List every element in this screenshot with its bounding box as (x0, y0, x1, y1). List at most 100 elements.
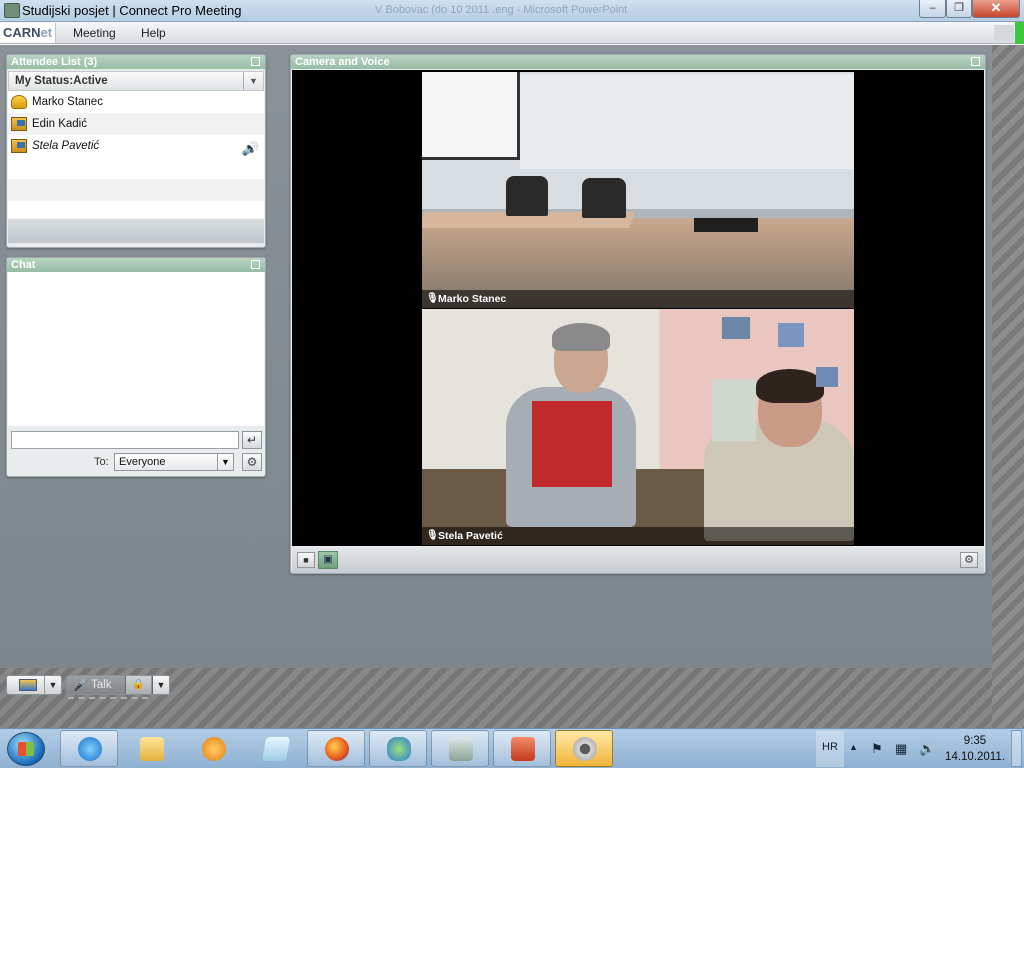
connect-app-icon (4, 3, 20, 18)
red-sweater (532, 401, 612, 487)
video-feed-stela[interactable]: 🎙 Stela Pavetić (422, 309, 854, 545)
chat-messages-area[interactable] (8, 272, 264, 426)
taskbar-windows-explorer[interactable] (122, 730, 180, 767)
attendee-name: Edin Kadić (32, 118, 87, 130)
media-player-icon (202, 737, 226, 761)
folder-icon (140, 737, 164, 761)
video-name-bar: 🎙 Stela Pavetić (422, 527, 854, 545)
internet-explorer-icon (78, 737, 102, 761)
talk-label: Talk (91, 679, 112, 691)
start-button[interactable] (7, 732, 45, 766)
attendee-name: Stela Pavetić (32, 140, 100, 152)
share-screen-icon (19, 679, 37, 691)
my-status-dropdown[interactable]: My Status:Active ▼ (8, 71, 264, 91)
camera-toggle-button[interactable]: ▣ (318, 551, 338, 569)
taskbar-live-messenger[interactable] (369, 730, 427, 767)
camera-and-voice-pod: Camera and Voice 🎙 Marko Stanec 🎙 Stela … (290, 54, 986, 574)
attendee-list: Marko Stanec Edin Kadić Stela Pavetić 🔊 (8, 91, 264, 219)
taskbar-webcam[interactable] (555, 730, 613, 767)
restore-button[interactable]: ❐ (946, 0, 972, 18)
clock-time[interactable]: 9:35 (946, 735, 1004, 747)
taskbar-internet-explorer[interactable] (60, 730, 118, 767)
poster (722, 317, 750, 339)
video-feed-marko[interactable]: 🎙 Marko Stanec (422, 72, 854, 308)
video-participant-name: Marko Stanec (438, 293, 507, 305)
chevron-down-icon[interactable]: ▼ (152, 676, 169, 694)
attendee-row[interactable]: Edin Kadić (8, 113, 264, 135)
share-button[interactable]: ▼ (6, 675, 62, 695)
camera-pod-header: Camera and Voice (291, 55, 985, 69)
chat-options-gear-icon[interactable]: ⚙ (242, 453, 262, 471)
poster (816, 367, 838, 387)
maximize-pod-icon[interactable] (251, 57, 260, 66)
chat-message-input[interactable] (11, 431, 239, 449)
attendee-pod-header: Attendee List (3) (7, 55, 265, 69)
chat-pod-title: Chat (11, 259, 36, 271)
network-icon[interactable]: ▦ (895, 741, 907, 757)
taskbar-powerpoint[interactable] (493, 730, 551, 767)
empty-row (8, 201, 264, 223)
poster (778, 323, 804, 347)
chevron-down-icon: ▼ (217, 454, 233, 470)
status-indicator-gray (994, 25, 1014, 41)
microphone-icon: 🎙 (426, 293, 439, 304)
menu-help[interactable]: Help (141, 26, 166, 40)
stop-camera-button[interactable]: ■ (297, 552, 315, 568)
webcam-icon (573, 737, 597, 761)
chair (582, 178, 626, 218)
maximize-pod-icon[interactable] (251, 260, 260, 269)
waste-bin (712, 379, 756, 441)
chat-to-label: To: (94, 456, 109, 468)
chat-recipient-value: Everyone (119, 456, 166, 468)
taskbar-notepad[interactable] (246, 730, 304, 767)
video-participant-name: Stela Pavetić (438, 530, 503, 542)
show-hidden-icons-icon[interactable]: ▲ (849, 742, 858, 752)
chat-pod: Chat ↵ To: Everyone ▼ ⚙ (6, 257, 266, 477)
taskbar-connect-addin[interactable] (431, 730, 489, 767)
participant-icon (11, 117, 27, 131)
chair (506, 176, 548, 216)
camera-pod-footer: ■ ▣ ⚙ (292, 547, 984, 573)
attendee-row[interactable]: Stela Pavetić 🔊 (8, 135, 264, 157)
taskbar-media-player[interactable] (184, 730, 242, 767)
volume-icon[interactable]: 🔊 (919, 741, 935, 757)
menu-meeting[interactable]: Meeting (73, 26, 116, 40)
windows-taskbar: HR ▲ ⚑ ▦ 🔊 9:35 14.10.2011. (0, 728, 1024, 768)
clock-date[interactable]: 14.10.2011. (944, 751, 1006, 763)
attendee-row[interactable]: Marko Stanec (8, 91, 264, 113)
attendee-list-pod: Attendee List (3) My Status:Active ▼ Mar… (6, 54, 266, 248)
notepad-icon (261, 737, 291, 761)
firefox-icon (325, 737, 349, 761)
hair-left (552, 323, 610, 351)
send-message-button[interactable]: ↵ (242, 431, 262, 449)
close-button[interactable]: ✕ (972, 0, 1020, 18)
camera-pod-title: Camera and Voice (295, 56, 390, 68)
maximize-pod-icon[interactable] (971, 57, 980, 66)
my-status-label: My Status:Active (15, 75, 108, 87)
whiteboard (422, 72, 520, 160)
chevron-down-icon[interactable]: ▼ (243, 72, 263, 90)
chevron-down-icon[interactable]: ▼ (44, 676, 61, 694)
carnet-logo: CARNet (0, 23, 57, 43)
connection-status-indicator (1015, 22, 1024, 44)
chat-recipient-select[interactable]: Everyone ▼ (114, 453, 234, 471)
speaker-box (694, 218, 758, 232)
attendee-pod-title: Attendee List (3) (11, 56, 98, 68)
language-indicator[interactable]: HR (816, 731, 844, 767)
participant-icon (11, 139, 27, 153)
action-center-flag-icon[interactable]: ⚑ (871, 741, 883, 757)
stage-background-stripes (992, 45, 1024, 728)
minimize-button[interactable]: ‒ (919, 0, 946, 18)
video-name-bar: 🎙 Marko Stanec (422, 290, 854, 308)
show-desktop-button[interactable] (1011, 730, 1022, 767)
talk-button[interactable]: 🎤 Talk 🔒 ▼ (66, 675, 170, 695)
taskbar-firefox[interactable] (307, 730, 365, 767)
camera-options-gear-icon[interactable]: ⚙ (960, 552, 978, 568)
audio-level-meter (68, 697, 148, 699)
messenger-icon (387, 737, 411, 761)
window-title-bar: Studijski posjet | Connect Pro Meeting V… (0, 0, 1024, 22)
window-title: Studijski posjet | Connect Pro Meeting (22, 3, 242, 18)
lock-talk-icon[interactable]: 🔒 (125, 676, 151, 694)
connect-addin-icon (449, 737, 473, 761)
empty-row (8, 157, 264, 179)
